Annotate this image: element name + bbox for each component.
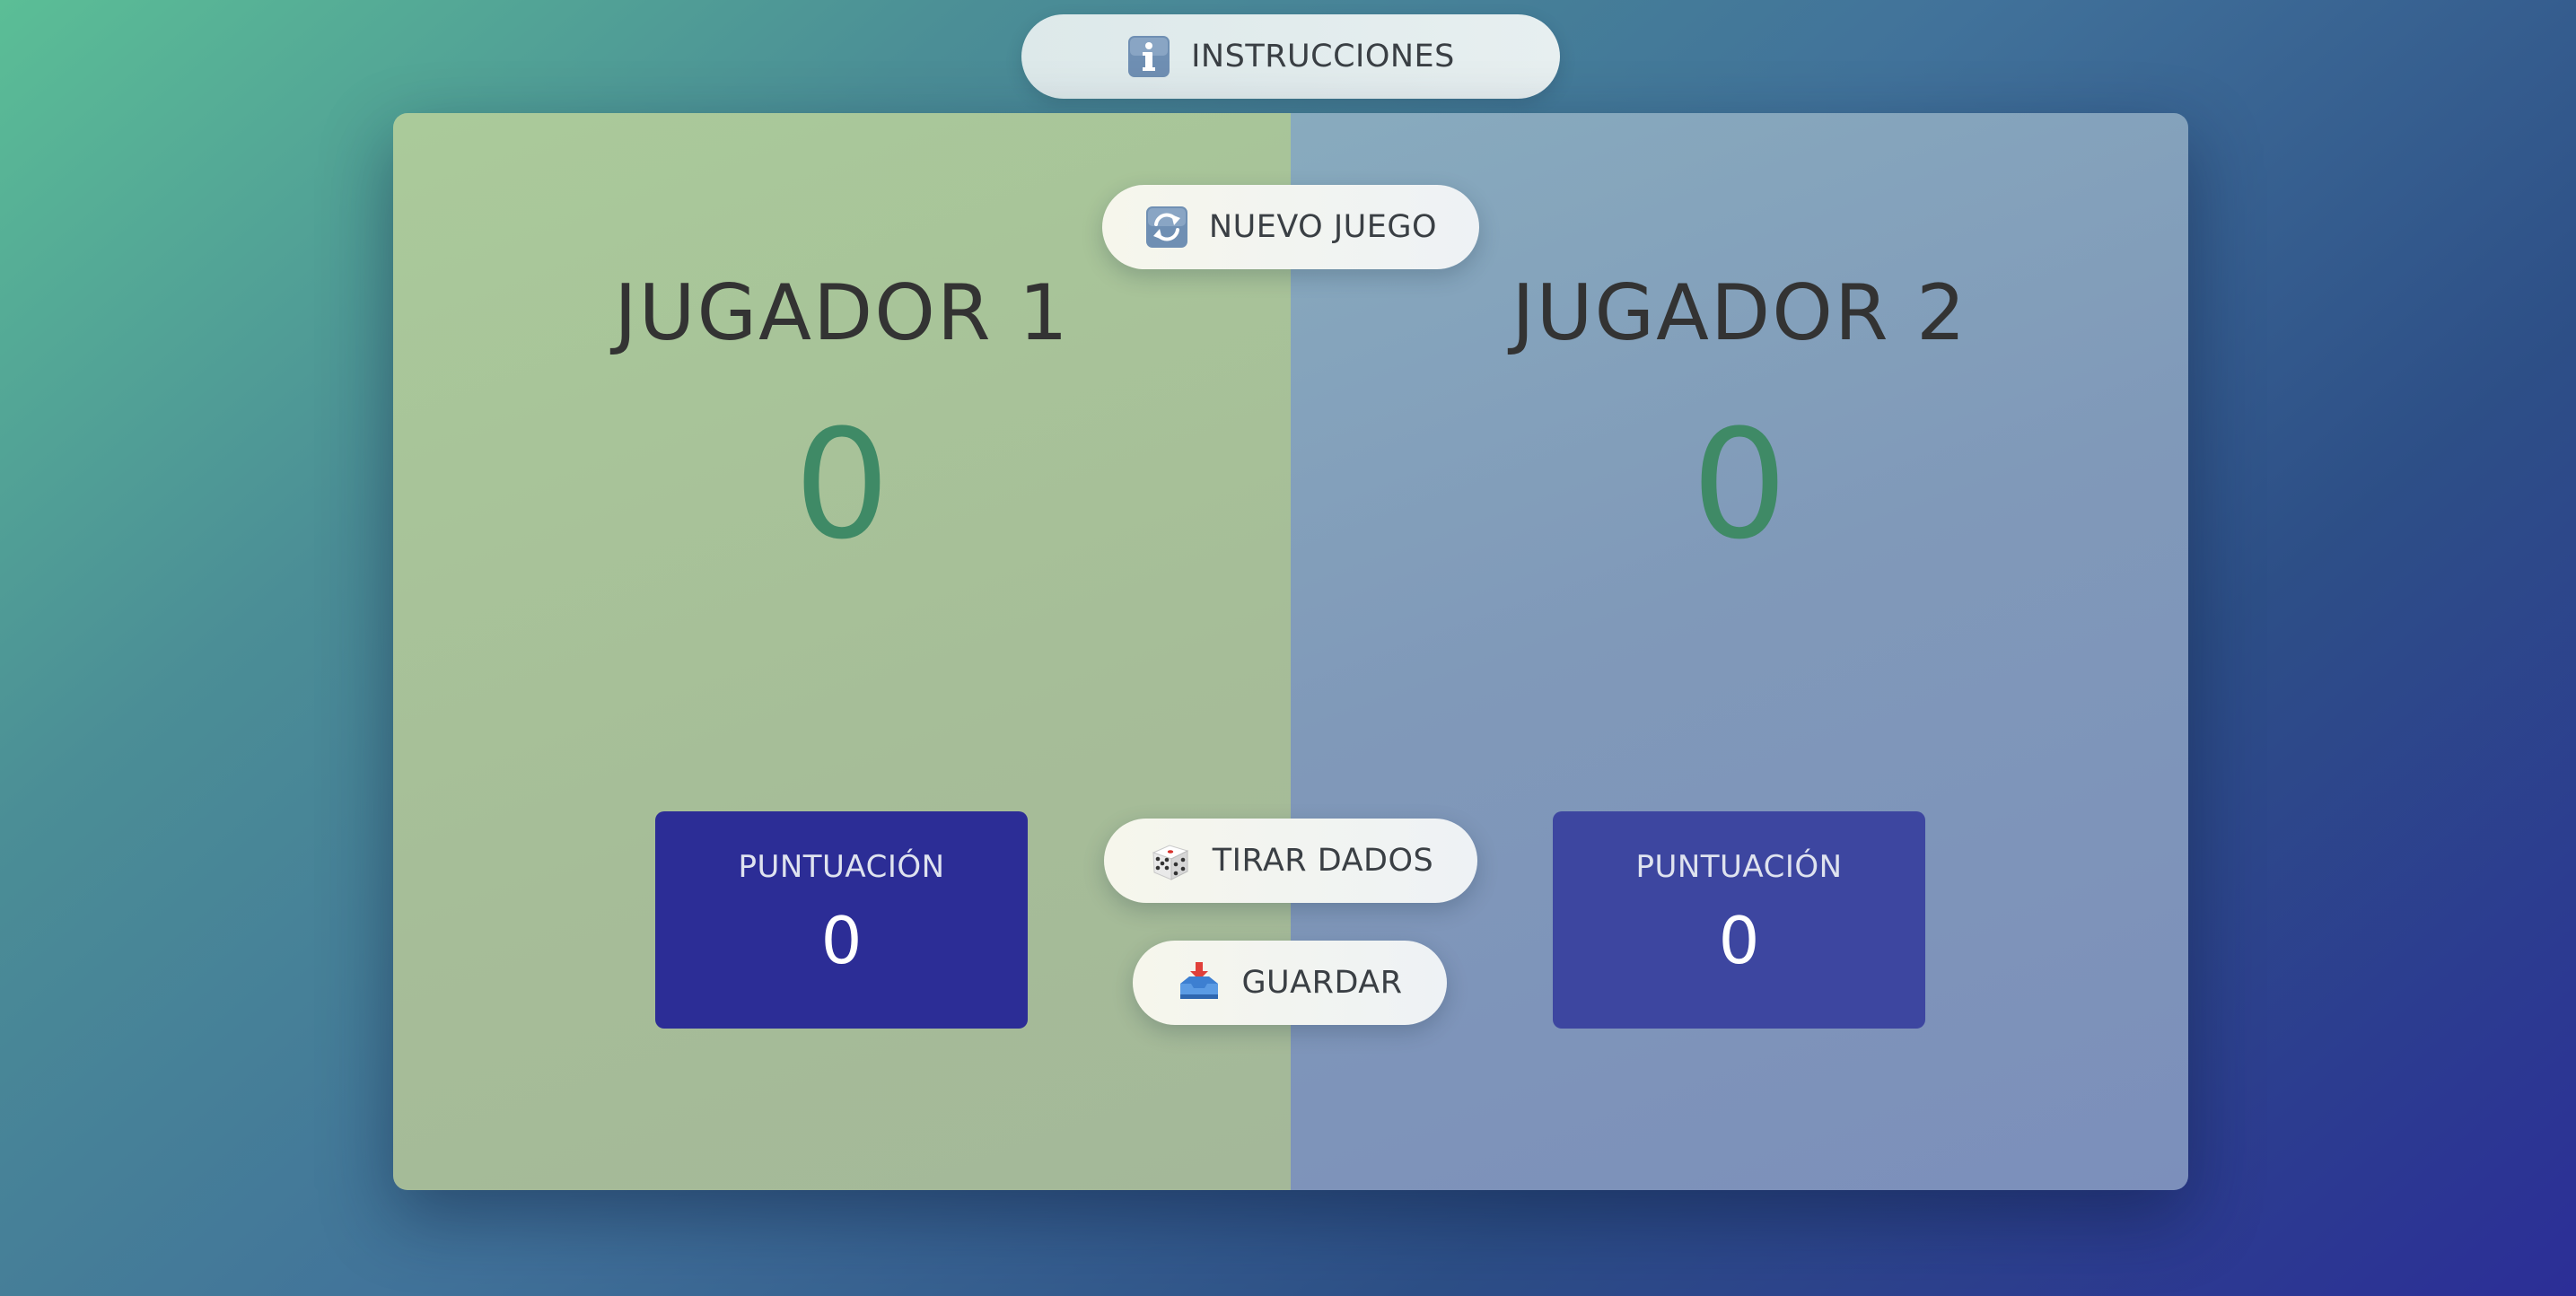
game-board: JUGADOR 1 0 PUNTUACIÓN 0 JUGADOR 2 0 PUN… [393, 113, 2188, 1190]
new-game-button[interactable]: NUEVO JUEGO [1102, 185, 1479, 269]
player-2-score-label: PUNTUACIÓN [1635, 849, 1843, 885]
dice-icon [1148, 838, 1193, 883]
inbox-tray-icon [1177, 960, 1222, 1005]
roll-dice-button[interactable]: TIRAR DADOS [1104, 819, 1477, 903]
new-game-label: NUEVO JUEGO [1208, 209, 1438, 245]
player-2-panel: JUGADOR 2 0 PUNTUACIÓN 0 [1291, 113, 2188, 1190]
save-label: GUARDAR [1241, 965, 1403, 1001]
player-2-current-score: 0 [1691, 397, 1788, 573]
player-2-score-box: PUNTUACIÓN 0 [1553, 811, 1925, 1029]
player-1-score-box: PUNTUACIÓN 0 [655, 811, 1028, 1029]
roll-dice-label: TIRAR DADOS [1212, 843, 1434, 879]
instructions-label: INSTRUCCIONES [1191, 39, 1455, 74]
player-1-score-value: 0 [820, 903, 863, 978]
player-1-current-score: 0 [793, 397, 890, 573]
refresh-icon [1144, 205, 1189, 250]
player-1-panel: JUGADOR 1 0 PUNTUACIÓN 0 [393, 113, 1291, 1190]
instructions-button[interactable]: INSTRUCCIONES [1021, 14, 1560, 99]
save-button[interactable]: GUARDAR [1133, 941, 1447, 1025]
info-icon [1126, 34, 1171, 79]
player-2-name: JUGADOR 2 [1511, 268, 1967, 358]
player-1-score-label: PUNTUACIÓN [738, 849, 945, 885]
player-1-name: JUGADOR 1 [614, 268, 1070, 358]
player-2-score-value: 0 [1718, 903, 1760, 978]
